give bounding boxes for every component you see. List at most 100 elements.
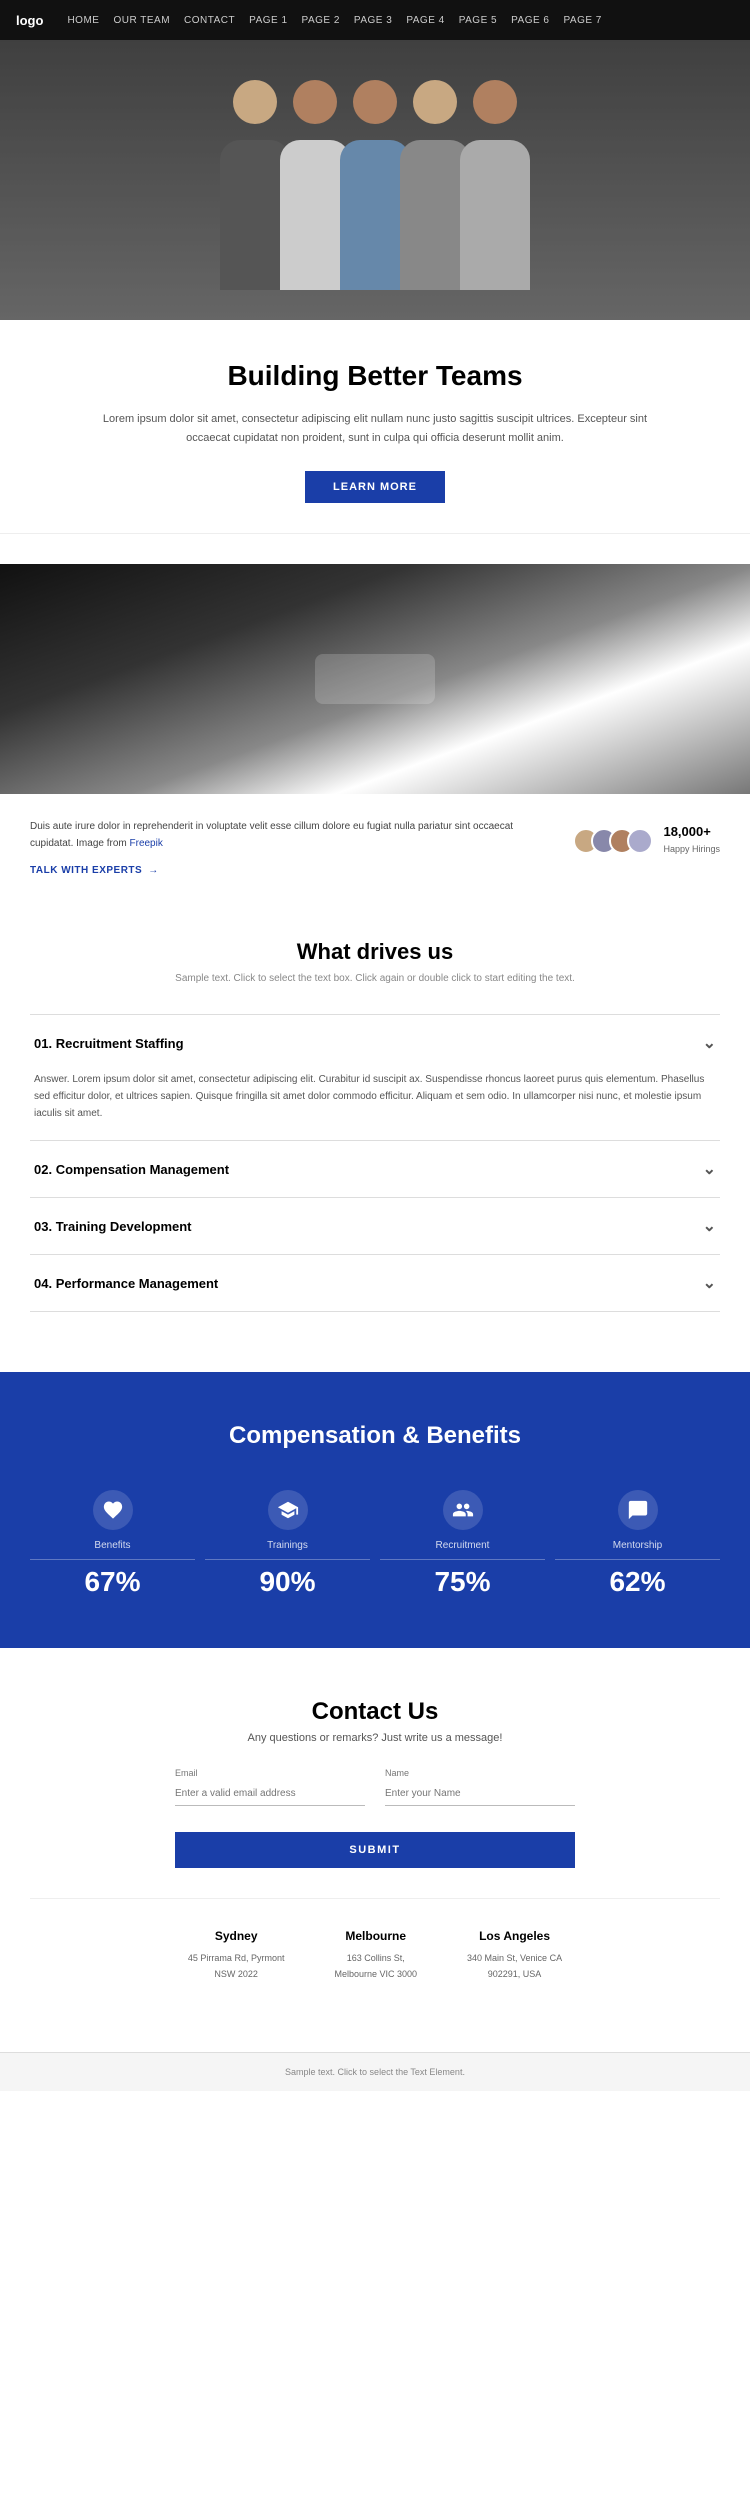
office-melbourne-post: Melbourne VIC 3000 — [334, 1967, 417, 1982]
accordion-item-0: 01. Recruitment Staffing ⌄ Answer. Lorem… — [30, 1014, 720, 1140]
accordion-item-2: 03. Training Development ⌄ — [30, 1197, 720, 1254]
mentorship-label: Mentorship — [555, 1540, 720, 1560]
office-melbourne-city: Melbourne — [334, 1929, 417, 1943]
nav-home[interactable]: HOME — [67, 15, 99, 26]
accordion-chevron-2: ⌄ — [703, 1216, 716, 1236]
office-sydney: Sydney 45 Pirrama Rd, Pyrmont NSW 2022 — [188, 1929, 285, 1982]
accordion-label-0: 01. Recruitment Staffing — [34, 1036, 184, 1051]
accordion-chevron-3: ⌄ — [703, 1273, 716, 1293]
accordion-label-1: 02. Compensation Management — [34, 1162, 229, 1177]
nav-page4[interactable]: PAGE 4 — [406, 15, 444, 26]
benefits-pct: 67% — [30, 1566, 195, 1598]
offices: Sydney 45 Pirrama Rd, Pyrmont NSW 2022 M… — [30, 1898, 720, 2022]
name-label: Name — [385, 1768, 575, 1778]
team-hands-image — [0, 564, 750, 794]
nav-page7[interactable]: PAGE 7 — [563, 15, 601, 26]
office-la-addr: 340 Main St, Venice CA — [467, 1951, 562, 1966]
accordion-label-3: 04. Performance Management — [34, 1276, 218, 1291]
contact-title: Contact Us — [30, 1698, 720, 1726]
submit-button[interactable]: SUBMIT — [175, 1832, 575, 1868]
recruitment-icon — [443, 1490, 483, 1530]
intro-section: Building Better Teams Lorem ipsum dolor … — [0, 320, 750, 534]
nav-contact[interactable]: CONTACT — [184, 15, 235, 26]
intro-body: Lorem ipsum dolor sit amet, consectetur … — [85, 410, 665, 447]
talk-with-experts-link[interactable]: TALK WITH EXPERTS — [30, 862, 159, 879]
contact-form: Email Name SUBMIT — [175, 1768, 575, 1868]
recruitment-label: Recruitment — [380, 1540, 545, 1560]
person-1-head — [233, 80, 277, 124]
intro-title: Building Better Teams — [60, 360, 690, 392]
contact-section: Contact Us Any questions or remarks? Jus… — [0, 1648, 750, 2052]
office-la-city: Los Angeles — [467, 1929, 562, 1943]
drives-subtitle: Sample text. Click to select the text bo… — [30, 973, 720, 984]
stat-happy-hirings: 18,000+ Happy Hirings — [663, 824, 720, 857]
logo: logo — [16, 13, 43, 28]
accordion-title-2: Training Development — [56, 1219, 192, 1234]
nav-page5[interactable]: PAGE 5 — [459, 15, 497, 26]
office-melbourne-addr: 163 Collins St, — [334, 1951, 417, 1966]
email-input[interactable] — [175, 1782, 365, 1806]
accordion-item-1: 02. Compensation Management ⌄ — [30, 1140, 720, 1197]
accordion-chevron-0: ⌄ — [703, 1033, 716, 1053]
footer-text: Sample text. Click to select the Text El… — [285, 2067, 465, 2077]
avatar-4 — [627, 828, 653, 854]
accordion-num-0: 01. — [34, 1036, 52, 1051]
accordion-label-2: 03. Training Development — [34, 1219, 192, 1234]
mentorship-pct: 62% — [555, 1566, 720, 1598]
hero-section — [0, 40, 750, 320]
accordion-header-2[interactable]: 03. Training Development ⌄ — [30, 1198, 720, 1254]
person-3-head — [353, 80, 397, 124]
info-stats: 18,000+ Happy Hirings — [573, 818, 720, 857]
accordion-item-3: 04. Performance Management ⌄ — [30, 1254, 720, 1312]
nav-page1[interactable]: PAGE 1 — [249, 15, 287, 26]
benefits-icon — [93, 1490, 133, 1530]
hero-people — [0, 40, 750, 320]
trainings-icon — [268, 1490, 308, 1530]
accordion-header-0[interactable]: 01. Recruitment Staffing ⌄ — [30, 1015, 720, 1071]
team-photo-section — [0, 564, 750, 794]
accordion-content-0: Answer. Lorem ipsum dolor sit amet, cons… — [30, 1071, 720, 1140]
compensation-banner: Compensation & Benefits Benefits 67% Tra… — [0, 1372, 750, 1648]
person-5-body — [460, 140, 530, 290]
stats-grid: Benefits 67% Trainings 90% Recruitment 7… — [30, 1490, 720, 1598]
hero-person-5 — [455, 70, 535, 290]
stat-mentorship: Mentorship 62% — [555, 1490, 720, 1598]
name-input[interactable] — [385, 1782, 575, 1806]
nav-page3[interactable]: PAGE 3 — [354, 15, 392, 26]
stat-trainings: Trainings 90% — [205, 1490, 370, 1598]
freepik-link[interactable]: Freepik — [130, 838, 163, 849]
footer-note: Sample text. Click to select the Text El… — [0, 2052, 750, 2091]
info-row: Duis aute irure dolor in reprehenderit i… — [0, 794, 750, 889]
accordion-num-1: 02. — [34, 1162, 52, 1177]
nav-our-team[interactable]: OUR TEAM — [113, 15, 170, 26]
stat-label: Happy Hirings — [663, 844, 720, 854]
benefits-svg — [102, 1499, 124, 1521]
mentorship-icon — [618, 1490, 658, 1530]
form-row: Email Name — [175, 1768, 575, 1806]
accordion-title-1: Compensation Management — [56, 1162, 229, 1177]
office-melbourne: Melbourne 163 Collins St, Melbourne VIC … — [334, 1929, 417, 1982]
navbar: logo HOME OUR TEAM CONTACT PAGE 1 PAGE 2… — [0, 0, 750, 40]
nav-page2[interactable]: PAGE 2 — [302, 15, 340, 26]
accordion-num-2: 03. — [34, 1219, 52, 1234]
office-la: Los Angeles 340 Main St, Venice CA 90229… — [467, 1929, 562, 1982]
accordion-header-1[interactable]: 02. Compensation Management ⌄ — [30, 1141, 720, 1197]
contact-subtitle: Any questions or remarks? Just write us … — [30, 1732, 720, 1744]
accordion-title-0: Recruitment Staffing — [56, 1036, 184, 1051]
mentorship-svg — [627, 1499, 649, 1521]
accordion-title-3: Performance Management — [56, 1276, 219, 1291]
recruitment-svg — [452, 1499, 474, 1521]
avatar-group — [573, 828, 653, 854]
stat-number: 18,000+ — [663, 824, 720, 839]
comp-title: Compensation & Benefits — [30, 1422, 720, 1450]
benefits-label: Benefits — [30, 1540, 195, 1560]
accordion-header-3[interactable]: 04. Performance Management ⌄ — [30, 1255, 720, 1311]
person-2-head — [293, 80, 337, 124]
name-field: Name — [385, 1768, 575, 1806]
trainings-pct: 90% — [205, 1566, 370, 1598]
nav-page6[interactable]: PAGE 6 — [511, 15, 549, 26]
learn-more-button[interactable]: LEARN MORE — [305, 471, 445, 503]
email-field: Email — [175, 1768, 365, 1806]
office-la-post: 902291, USA — [467, 1967, 562, 1982]
accordion: 01. Recruitment Staffing ⌄ Answer. Lorem… — [30, 1014, 720, 1312]
